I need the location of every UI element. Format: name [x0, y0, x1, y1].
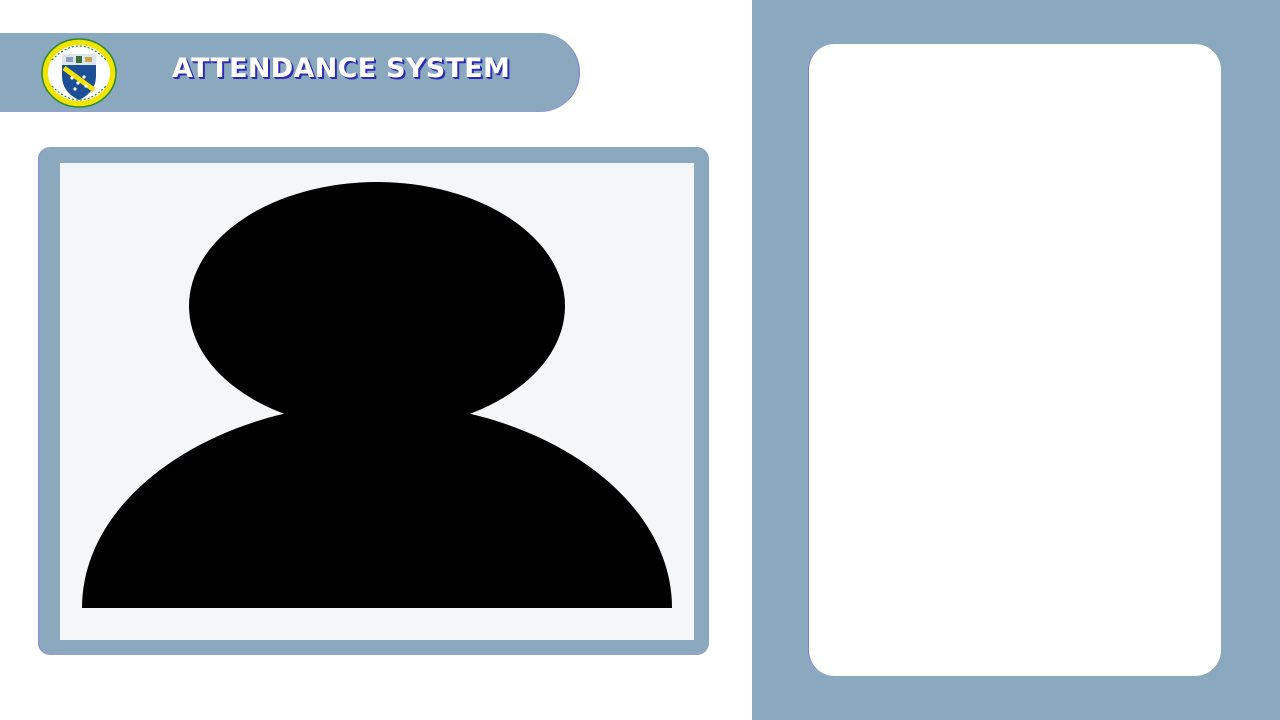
header-bar: ATTENDANCE SYSTEM: [0, 33, 580, 112]
user-silhouette-icon: [82, 182, 672, 608]
page-title: ATTENDANCE SYSTEM: [172, 53, 511, 84]
camera-frame: [38, 147, 709, 655]
institution-crest-icon: [40, 38, 118, 108]
attendance-app: ATTENDANCE SYSTEM: [0, 0, 1280, 720]
right-panel: [752, 0, 1280, 720]
result-card: [808, 44, 1221, 676]
camera-view: [60, 163, 694, 640]
